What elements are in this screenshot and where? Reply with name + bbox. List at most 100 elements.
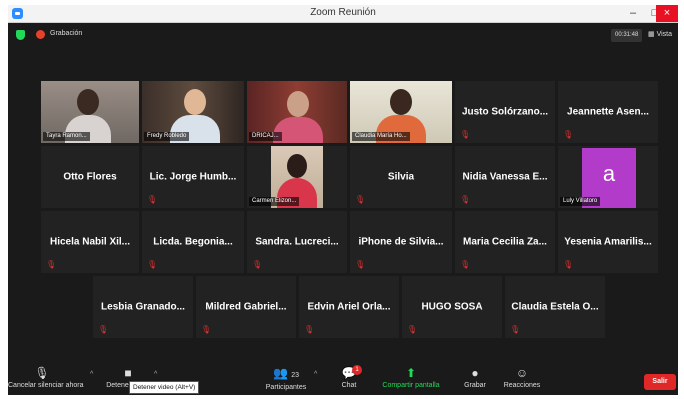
person-head (287, 91, 309, 117)
muted-mic-icon: 🎙 (460, 195, 471, 204)
participant-name: Luly Villatoro (560, 197, 601, 206)
muted-mic-icon: 🎙 (460, 260, 471, 269)
chat-label: Chat (341, 382, 357, 389)
reactions-label: Reacciones (503, 382, 541, 389)
participant-tile[interactable]: Otto Flores (41, 146, 139, 208)
chat-unread-badge: 1 (352, 365, 362, 375)
audio-options-chevron-icon[interactable]: ^ (90, 371, 93, 378)
reactions-icon: ☺ (515, 366, 529, 380)
participant-name: Sandra. Lucreci... (255, 236, 339, 248)
share-label: Compartir pantalla (382, 382, 440, 389)
participant-name: Claudia Estela O... (511, 301, 599, 313)
participant-tile[interactable]: Claudia Estela O... 🎙 (505, 276, 605, 338)
participant-name: Mildred Gabriel... (205, 301, 287, 313)
view-button[interactable]: ▦ Vista (648, 30, 672, 38)
participant-tile[interactable]: Licda. Begonia... 🎙 (142, 211, 244, 273)
muted-mic-icon: 🎙 (563, 130, 574, 139)
reactions-button[interactable]: ☺ Reacciones (500, 360, 544, 390)
window-title: Zoom Reunión (310, 7, 376, 18)
participant-name: Carmen Elizon... (249, 197, 300, 206)
participant-tile[interactable]: Lesbia Granado... 🎙 (93, 276, 193, 338)
muted-mic-icon: 🎙 (98, 325, 109, 334)
participant-name: Lesbia Granado... (101, 301, 185, 313)
participant-tile[interactable]: Justo Solórzano... 🎙 (455, 81, 555, 143)
person-head (390, 89, 412, 115)
chat-button[interactable]: 💬 Chat (334, 360, 364, 390)
muted-mic-icon: 🎙 (304, 325, 315, 334)
muted-mic-icon: 🎙 (460, 130, 471, 139)
zoom-window: Zoom Reunión – □ × Grabación 00:31:48 ▦ … (8, 5, 678, 395)
recording-icon (36, 30, 45, 39)
person-head (287, 154, 307, 178)
title-bar: Zoom Reunión – □ × (8, 5, 678, 23)
participant-name: Silvia (387, 171, 415, 183)
participants-label: Participantes (265, 384, 307, 391)
participant-tile[interactable]: Jeannette Asen... 🎙 (558, 81, 658, 143)
participants-icon: 👥 23 (272, 366, 300, 380)
meeting-timer: 00:31:48 (611, 29, 643, 42)
person-head (77, 89, 99, 115)
security-shield-icon[interactable] (16, 30, 25, 40)
muted-mic-icon: 🎙 (355, 260, 366, 269)
participant-name: Yesenia Amarilis... (564, 236, 652, 248)
participant-tile[interactable]: Lic. Jorge Humb... 🎙 (142, 146, 244, 208)
share-screen-icon: ⬆ (405, 366, 417, 380)
stop-video-tooltip: Detener video (Alt+V) (129, 381, 200, 394)
muted-mic-icon: 🎙 (201, 325, 212, 334)
participant-tile[interactable]: Maria Cecilia Za... 🎙 (455, 211, 555, 273)
participant-tile[interactable]: Mildred Gabriel... 🎙 (196, 276, 296, 338)
participant-tile[interactable]: HUGO SOSA 🎙 (402, 276, 502, 338)
view-label: Vista (656, 31, 672, 38)
participant-name: Licda. Begonia... (153, 236, 233, 248)
participants-button[interactable]: 👥 23 Participantes (260, 360, 312, 392)
muted-mic-icon: 🎙 (252, 260, 263, 269)
muted-mic-icon: 🎙 (147, 260, 158, 269)
participant-name: Lic. Jorge Humb... (149, 171, 237, 183)
participant-name: Justo Solórzano... (461, 106, 549, 118)
participant-tile[interactable]: iPhone de Silvia... 🎙 (350, 211, 452, 273)
participant-name: HUGO SOSA (421, 301, 483, 313)
participant-name: Tayra Ramon... (43, 132, 90, 141)
recording-label: Grabación (50, 30, 83, 37)
meeting-toolbar: 🎙 Cancelar silenciar ahora ^ ■ Detener v… (8, 360, 678, 395)
participants-options-chevron-icon[interactable]: ^ (314, 371, 317, 378)
participant-tile[interactable]: DRICAJ... (247, 81, 347, 143)
muted-mic-icon: 🎙 (34, 366, 50, 380)
participant-tile[interactable]: Carmen Elizon... (247, 146, 347, 208)
share-screen-button[interactable]: ⬆ Compartir pantalla (376, 360, 446, 390)
participant-tile[interactable]: Tayra Ramon... (41, 81, 139, 143)
participant-name: Edvin Ariel Orla... (307, 301, 391, 313)
record-label: Grabar (464, 382, 486, 389)
participant-name: Fredy Robledo (144, 132, 190, 141)
person-head (184, 89, 206, 115)
muted-mic-icon: 🎙 (355, 195, 366, 204)
participant-tile[interactable]: Hicela Nabil Xil... 🎙 (41, 211, 139, 273)
mute-label: Cancelar silenciar ahora (8, 382, 84, 389)
minimize-button[interactable]: – (622, 5, 644, 22)
participant-name: Maria Cecilia Za... (463, 236, 547, 248)
participant-name: iPhone de Silvia... (358, 236, 444, 248)
participants-count: 23 (291, 372, 300, 379)
participant-tile[interactable]: Sandra. Lucreci... 🎙 (247, 211, 347, 273)
participant-name: Claudia María Ho... (352, 132, 410, 141)
video-camera-icon: ■ (124, 366, 132, 380)
leave-button[interactable]: Salir (644, 374, 676, 390)
participant-tile[interactable]: Nidia Vanessa E... 🎙 (455, 146, 555, 208)
meeting-top-bar: Grabación 00:31:48 ▦ Vista (8, 23, 678, 47)
video-options-chevron-icon[interactable]: ^ (154, 371, 157, 378)
participant-tile-active-speaker[interactable]: Claudia María Ho... (350, 81, 452, 143)
participant-name: Hicela Nabil Xil... (49, 236, 131, 248)
participant-tile[interactable]: Silvia 🎙 (350, 146, 452, 208)
record-button[interactable]: ● Grabar (460, 360, 490, 390)
participant-tile[interactable]: Fredy Robledo (142, 81, 244, 143)
participant-tile[interactable]: a Luly Villatoro (558, 146, 658, 208)
participant-tile[interactable]: Edvin Ariel Orla... 🎙 (299, 276, 399, 338)
participant-name: Jeannette Asen... (567, 106, 649, 118)
muted-mic-icon: 🎙 (147, 195, 158, 204)
close-button[interactable]: × (656, 5, 678, 22)
muted-mic-icon: 🎙 (563, 260, 574, 269)
muted-mic-icon: 🎙 (407, 325, 418, 334)
mute-button[interactable]: 🎙 Cancelar silenciar ahora (8, 360, 84, 390)
muted-mic-icon: 🎙 (46, 260, 57, 269)
participant-tile[interactable]: Yesenia Amarilis... 🎙 (558, 211, 658, 273)
